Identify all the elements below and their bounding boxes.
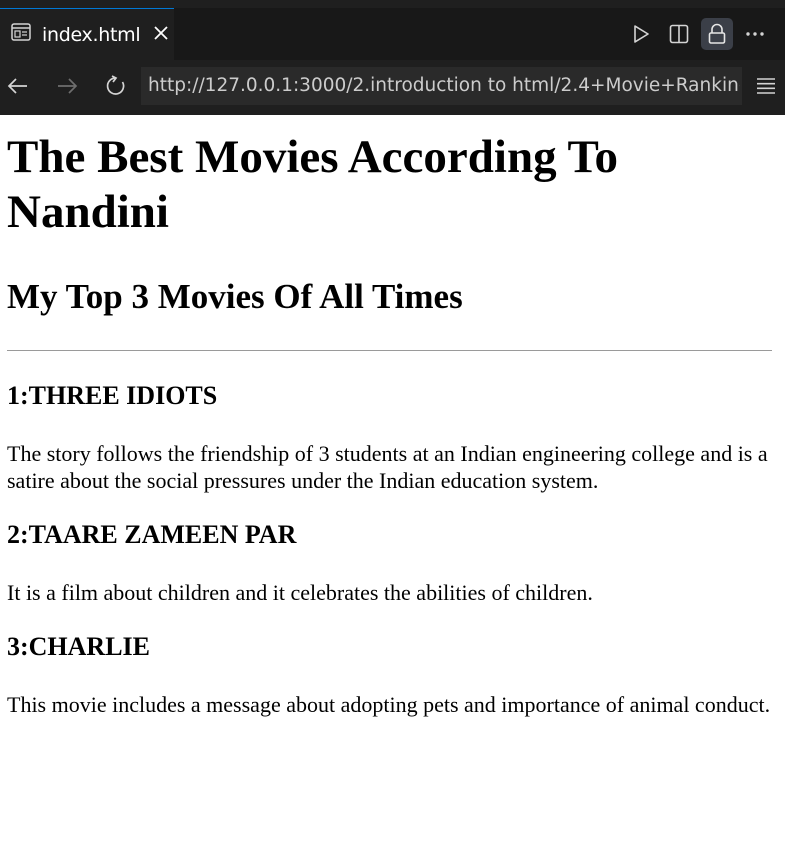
play-icon (634, 25, 649, 43)
lock-button[interactable] (701, 18, 733, 50)
back-button[interactable] (3, 71, 33, 101)
reload-icon (106, 75, 125, 95)
reload-button[interactable] (101, 71, 131, 101)
split-editor-icon (669, 24, 689, 44)
menu-icon (757, 78, 775, 94)
browser-nav-bar (0, 60, 785, 115)
movie-heading-1: 1:THREE IDIOTS (7, 381, 218, 410)
page-subtitle: My Top 3 Movies Of All Times (7, 277, 463, 316)
movie-description-2: It is a film about children and it celeb… (7, 580, 593, 605)
back-arrow-icon (7, 78, 27, 94)
more-actions-button[interactable] (739, 18, 771, 50)
page-title: The Best Movies According To Nandini (7, 131, 619, 238)
movie-description-1: The story follows the friendship of 3 st… (7, 441, 768, 493)
preview-icon (0, 23, 42, 46)
page-content: The Best Movies According To Nandini My … (0, 115, 785, 718)
lock-icon (708, 23, 726, 44)
tab-actions (625, 8, 771, 60)
movie-description-3: This movie includes a message about adop… (7, 692, 771, 717)
run-button[interactable] (625, 18, 657, 50)
url-input[interactable] (141, 67, 742, 105)
split-editor-button[interactable] (663, 18, 695, 50)
movie-heading-2: 2:TAARE ZAMEEN PAR (7, 520, 297, 549)
menu-button[interactable] (751, 71, 781, 101)
divider (7, 350, 772, 351)
more-icon (746, 32, 764, 36)
tab-label: index.html (42, 23, 141, 46)
forward-arrow-icon (58, 78, 78, 94)
movie-heading-3: 3:CHARLIE (7, 632, 151, 661)
editor-tab-bar: index.html (0, 0, 785, 60)
forward-button[interactable] (52, 71, 82, 101)
tab-index-html[interactable]: index.html (0, 8, 174, 60)
close-icon[interactable] (140, 24, 169, 46)
